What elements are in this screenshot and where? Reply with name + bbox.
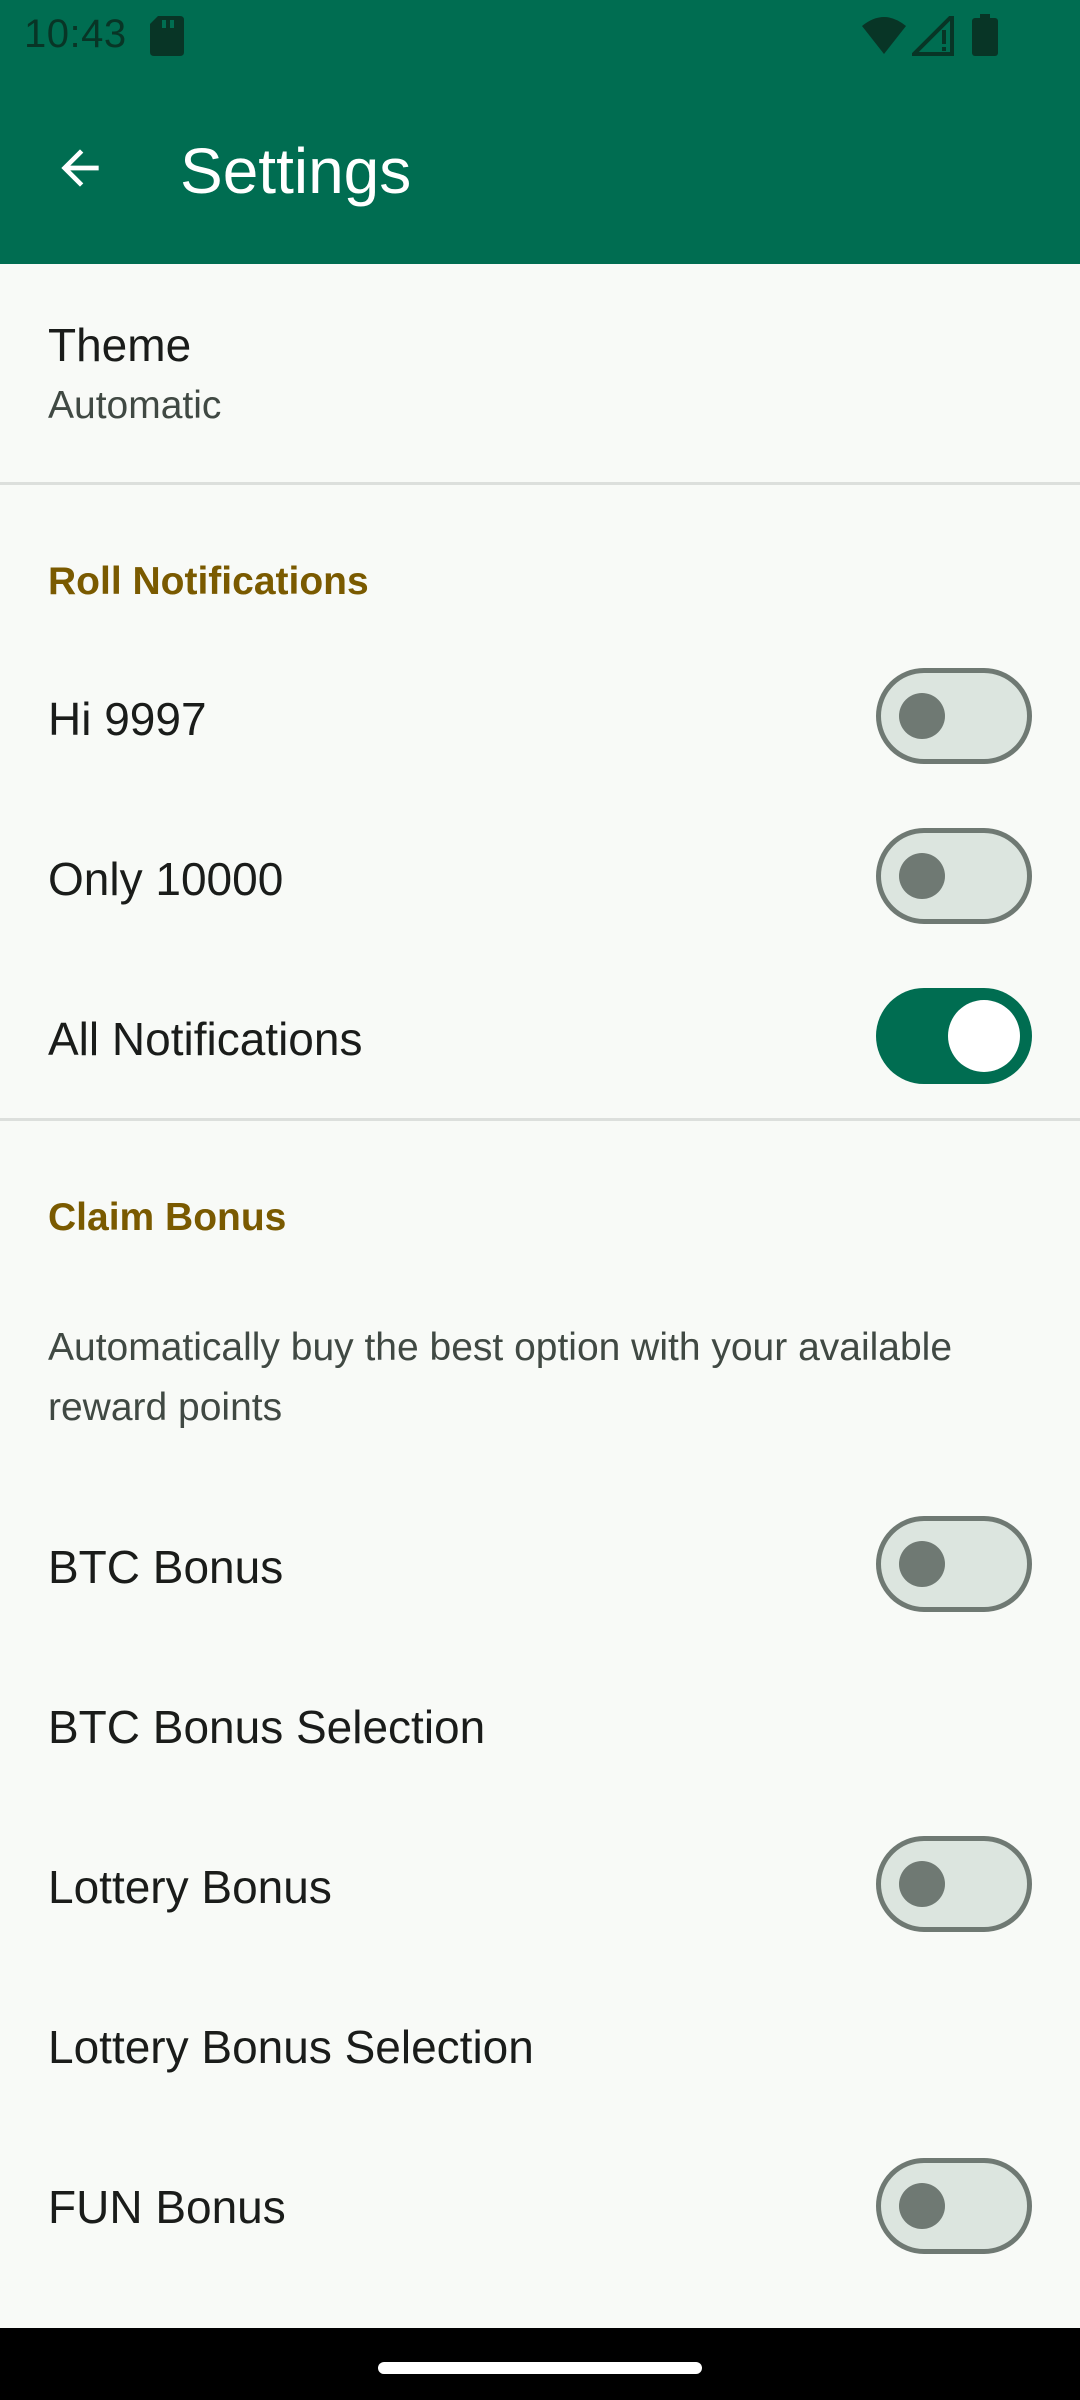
- claim-bonus-category: Claim Bonus: [48, 1196, 287, 1239]
- lottery-bonus-preference[interactable]: Lottery Bonus: [0, 1804, 1080, 1964]
- signal-icon: [909, 11, 956, 61]
- hi-9997-preference[interactable]: Hi 9997: [0, 660, 1080, 820]
- claim-bonus-description: Automatically buy the best option with y…: [48, 1326, 953, 1429]
- switch-thumb: [899, 1861, 945, 1907]
- btc-bonus-label: BTC Bonus: [48, 1541, 284, 1593]
- battery-icon: [972, 14, 998, 61]
- only-10000-preference[interactable]: Only 10000: [0, 820, 1080, 980]
- theme-summary: Automatic: [48, 384, 222, 427]
- fun-bonus-label: FUN Bonus: [48, 2181, 286, 2233]
- lottery-bonus-switch[interactable]: [876, 1836, 1032, 1932]
- status-time: 10:43: [24, 12, 127, 56]
- theme-preference[interactable]: Theme Automatic: [0, 264, 1080, 482]
- btc-bonus-selection-preference[interactable]: BTC Bonus Selection: [0, 1644, 1080, 1804]
- app-bar: Settings: [0, 72, 1080, 264]
- all-notifications-label: All Notifications: [48, 1013, 363, 1065]
- lottery-bonus-label: Lottery Bonus: [48, 1861, 332, 1913]
- home-handle[interactable]: [378, 2362, 702, 2374]
- hi-9997-label: Hi 9997: [48, 693, 207, 745]
- hi-9997-switch[interactable]: [876, 668, 1032, 764]
- sd-card-icon: [150, 16, 184, 61]
- btc-bonus-selection-label: BTC Bonus Selection: [48, 1701, 486, 1753]
- fun-bonus-preference[interactable]: FUN Bonus: [0, 2124, 1080, 2284]
- only-10000-switch[interactable]: [876, 828, 1032, 924]
- status-bar: 10:43: [0, 0, 1080, 72]
- switch-thumb: [899, 1541, 945, 1587]
- switch-thumb: [899, 693, 945, 739]
- fun-bonus-switch[interactable]: [876, 2158, 1032, 2254]
- btc-bonus-switch[interactable]: [876, 1516, 1032, 1612]
- theme-title: Theme: [48, 319, 192, 371]
- page-title: Settings: [180, 135, 412, 207]
- lottery-bonus-selection-preference[interactable]: Lottery Bonus Selection: [0, 1964, 1080, 2124]
- divider: [0, 1118, 1080, 1121]
- divider: [0, 482, 1080, 485]
- roll-notifications-category: Roll Notifications: [48, 560, 369, 603]
- btc-bonus-preference[interactable]: BTC Bonus: [0, 1484, 1080, 1644]
- lottery-bonus-selection-label: Lottery Bonus Selection: [48, 2021, 534, 2073]
- navigation-bar: [0, 2328, 1080, 2400]
- all-notifications-switch[interactable]: [876, 988, 1032, 1084]
- arrow-back-icon[interactable]: [40, 128, 120, 208]
- wifi-icon: [862, 16, 906, 61]
- all-notifications-preference[interactable]: All Notifications: [0, 980, 1080, 1140]
- switch-thumb: [899, 2183, 945, 2229]
- switch-thumb: [899, 853, 945, 899]
- switch-thumb: [948, 1000, 1020, 1072]
- only-10000-label: Only 10000: [48, 853, 284, 905]
